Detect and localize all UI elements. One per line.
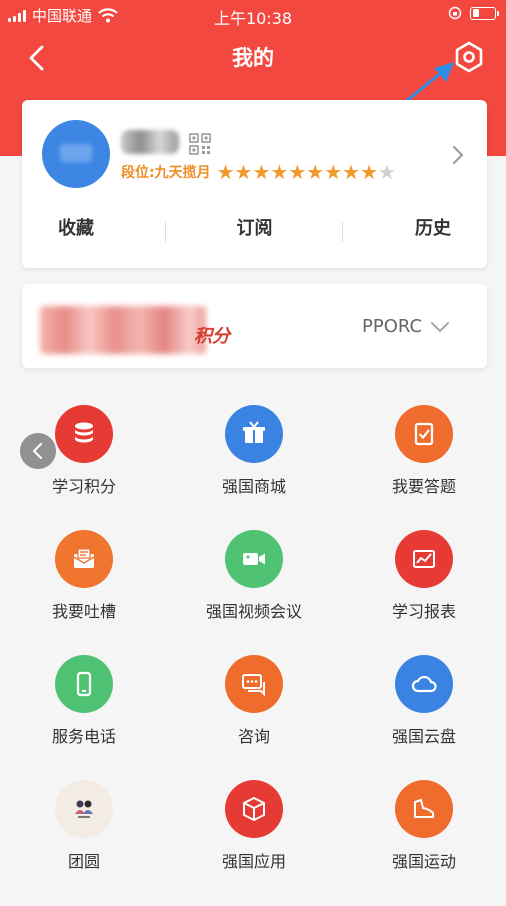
points-card[interactable]: 积分 PPORC bbox=[22, 284, 487, 368]
grid-item-9[interactable]: 强国云盘 bbox=[340, 655, 506, 747]
chevron-down-icon bbox=[431, 321, 450, 332]
rank-label: 段位:九天揽月 bbox=[121, 165, 211, 181]
grid-item-label: 咨询 bbox=[237, 727, 270, 746]
grid-item-2[interactable]: 强国商城 bbox=[170, 405, 338, 497]
points-value-blurred bbox=[40, 306, 206, 354]
rank-line: 段位:九天揽月 ★ ★ ★ ★ ★ ★ ★ ★ ★ ★ bbox=[121, 162, 396, 182]
grid-item-5[interactable]: 强国视频会议 bbox=[170, 530, 338, 622]
grid-item-12[interactable]: 强国运动 bbox=[340, 780, 506, 872]
mail-icon bbox=[55, 530, 113, 588]
rank-star-icon: ★ bbox=[360, 160, 379, 184]
grid-item-11[interactable]: 强国应用 bbox=[170, 780, 338, 872]
battery-icon bbox=[470, 6, 499, 20]
grid-item-label: 强国云盘 bbox=[391, 727, 456, 746]
rank-stars: ★ ★ ★ ★ ★ ★ ★ ★ ★ ★ bbox=[217, 162, 396, 182]
chart-icon bbox=[395, 530, 453, 588]
gift-box-icon bbox=[225, 405, 283, 463]
tab-favorites[interactable]: 收藏 bbox=[22, 212, 189, 246]
grid-item-label: 强国运动 bbox=[391, 852, 456, 871]
grid-item-10[interactable]: 团圆 bbox=[0, 780, 168, 872]
grid-item-7[interactable]: 服务电话 bbox=[0, 655, 168, 747]
rank-star-icon: ★ bbox=[252, 160, 271, 184]
database-icon bbox=[55, 405, 113, 463]
grid-item-3[interactable]: 我要答题 bbox=[340, 405, 506, 497]
qr-code-icon[interactable] bbox=[189, 133, 211, 155]
status-bar: 中国联通 上午10:38 bbox=[0, 0, 506, 30]
points-dropdown[interactable]: PPORC bbox=[362, 316, 450, 337]
avatar[interactable] bbox=[42, 120, 110, 188]
rank-star-icon: ★ bbox=[270, 160, 289, 184]
username-blurred bbox=[121, 130, 179, 154]
rank-star-icon: ★ bbox=[216, 160, 235, 184]
tab-divider bbox=[342, 222, 343, 242]
orientation-lock-icon bbox=[448, 6, 462, 20]
grid-item-6[interactable]: 学习报表 bbox=[340, 530, 506, 622]
status-right bbox=[448, 6, 499, 20]
chat-icon bbox=[225, 655, 283, 713]
tab-subscriptions[interactable]: 订阅 bbox=[189, 212, 320, 246]
rank-star-icon: ★ bbox=[234, 160, 253, 184]
points-dropdown-value: PPORC bbox=[362, 316, 423, 337]
phone-icon bbox=[55, 655, 113, 713]
profile-card[interactable]: 段位:九天揽月 ★ ★ ★ ★ ★ ★ ★ ★ ★ ★ 收藏 订阅 历史 bbox=[22, 100, 487, 268]
grid-item-label: 学习积分 bbox=[51, 477, 116, 496]
grid-item-label: 服务电话 bbox=[51, 727, 116, 746]
tab-divider bbox=[165, 222, 166, 242]
rank-star-icon: ★ bbox=[324, 160, 343, 184]
chevron-right-icon[interactable] bbox=[450, 144, 466, 166]
grid-item-8[interactable]: 咨询 bbox=[170, 655, 338, 747]
grid-item-label: 学习报表 bbox=[391, 602, 456, 621]
rank-star-icon: ★ bbox=[342, 160, 361, 184]
video-camera-icon bbox=[225, 530, 283, 588]
grid-item-label: 团圆 bbox=[67, 852, 100, 871]
grid-item-label: 强国应用 bbox=[221, 852, 286, 871]
grid-item-label: 强国商城 bbox=[221, 477, 286, 496]
shoe-icon bbox=[395, 780, 453, 838]
grid-item-label: 强国视频会议 bbox=[205, 602, 302, 621]
grid-item-4[interactable]: 我要吐槽 bbox=[0, 530, 168, 622]
rank-star-icon: ★ bbox=[378, 160, 396, 184]
profile-tabs: 收藏 订阅 历史 bbox=[22, 212, 487, 246]
rank-star-icon: ★ bbox=[288, 160, 307, 184]
status-time: 上午10:38 bbox=[213, 9, 293, 28]
grid-item-1[interactable]: 学习积分 bbox=[0, 405, 168, 497]
cloud-icon bbox=[395, 655, 453, 713]
tab-history[interactable]: 历史 bbox=[320, 212, 487, 246]
grid-item-label: 我要吐槽 bbox=[51, 602, 116, 621]
rank-star-icon: ★ bbox=[306, 160, 325, 184]
family-icon bbox=[55, 780, 113, 838]
grid-item-label: 我要答题 bbox=[391, 477, 456, 496]
cube-icon bbox=[225, 780, 283, 838]
clipboard-check-icon bbox=[395, 405, 453, 463]
points-label: 积分 bbox=[194, 326, 230, 347]
avatar-blur bbox=[60, 144, 92, 162]
